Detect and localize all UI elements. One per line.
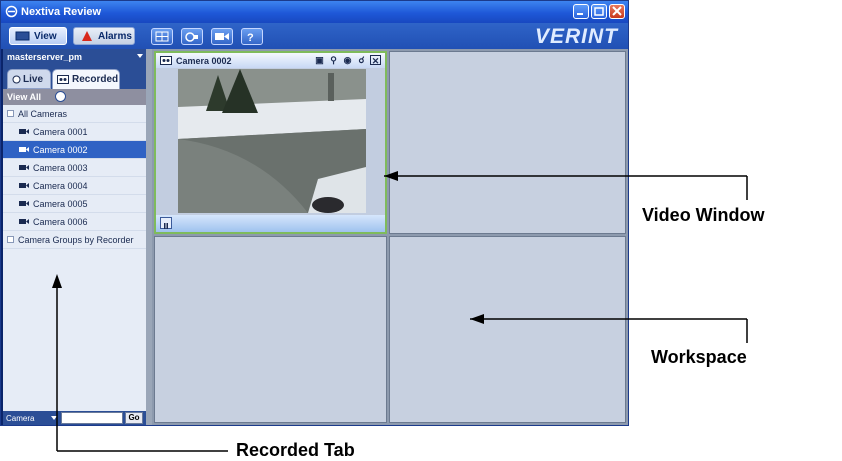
callout-video-window: Video Window bbox=[642, 205, 765, 225]
arrowhead-icon bbox=[52, 274, 62, 288]
arrowhead-icon bbox=[470, 314, 484, 324]
arrowhead-icon bbox=[384, 171, 398, 181]
callout-recorded-tab: Recorded Tab bbox=[236, 440, 355, 460]
callout-workspace: Workspace bbox=[651, 347, 747, 367]
callout-lines bbox=[52, 171, 748, 452]
